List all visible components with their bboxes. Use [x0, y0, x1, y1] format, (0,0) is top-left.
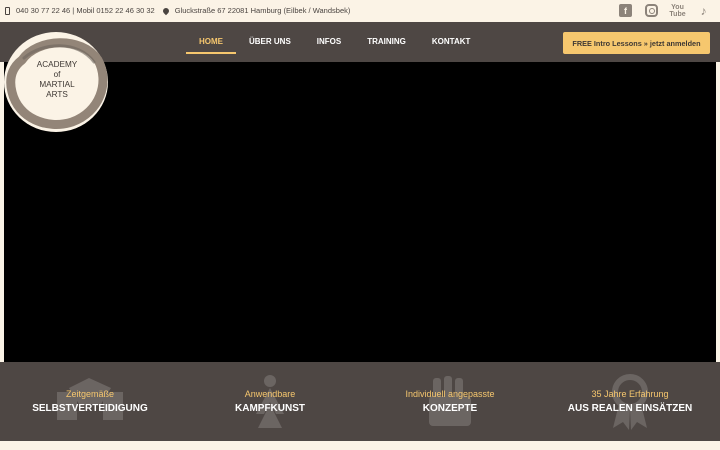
- feature-selbstverteidigung: Zeitgemäße SELBSTVERTEIDIGUNG: [0, 362, 180, 441]
- feature-sub: Anwendbare: [244, 389, 296, 399]
- nav-item-infos[interactable]: INFOS: [304, 22, 354, 62]
- location-pin-icon: [161, 6, 170, 15]
- free-intro-lessons-button[interactable]: FREE Intro Lessons » jetzt anmelden: [563, 32, 710, 54]
- feature-sub: 35 Jahre Erfahrung: [591, 389, 669, 399]
- feature-title: SELBSTVERTEIDIGUNG: [32, 403, 148, 414]
- feature-erfahrung: 35 Jahre Erfahrung AUS REALEN EINSÄTZEN: [540, 362, 720, 441]
- phone-icon: [5, 6, 10, 15]
- fighter-icon: [256, 375, 284, 428]
- logo-text: ACADEMY of MARTIAL ARTS: [36, 60, 78, 99]
- instagram-icon[interactable]: [645, 4, 658, 17]
- tiktok-icon[interactable]: ♪: [697, 4, 710, 18]
- main-nav: HOME ÜBER UNS INFOS TRAINING KONTAKT: [186, 22, 483, 62]
- page-bottom-strip: [0, 441, 720, 450]
- feature-konzepte: Individuell angepasste KONZEPTE: [360, 362, 540, 441]
- feature-kampfkunst: Anwendbare KAMPFKUNST: [180, 362, 360, 441]
- feature-title: AUS REALEN EINSÄTZEN: [567, 403, 693, 414]
- academy-logo[interactable]: ACADEMY of MARTIAL ARTS: [2, 30, 110, 134]
- feature-sub: Zeitgemäße: [65, 389, 115, 399]
- feature-title: KONZEPTE: [422, 403, 478, 414]
- feature-title: KAMPFKUNST: [235, 403, 305, 414]
- contact-info: 040 30 77 22 46 | Mobil 0152 22 46 30 32…: [5, 6, 350, 15]
- youtube-icon[interactable]: You Tube: [669, 4, 685, 18]
- hand-icon: [429, 376, 471, 426]
- handshake-icon: [57, 378, 123, 420]
- nav-item-ueber-uns[interactable]: ÜBER UNS: [236, 22, 304, 62]
- nav-item-kontakt[interactable]: KONTAKT: [419, 22, 484, 62]
- phone-numbers[interactable]: 040 30 77 22 46 | Mobil 0152 22 46 30 32: [16, 6, 155, 15]
- social-links: f You Tube ♪: [619, 4, 710, 18]
- nav-item-home[interactable]: HOME: [186, 22, 236, 62]
- top-info-bar: 040 30 77 22 46 | Mobil 0152 22 46 30 32…: [0, 0, 720, 22]
- facebook-icon[interactable]: f: [619, 4, 632, 17]
- address: Gluckstraße 67 22081 Hamburg (Eilbek / W…: [174, 6, 351, 15]
- nav-item-training[interactable]: TRAINING: [354, 22, 419, 62]
- hero-video-area[interactable]: [4, 62, 716, 362]
- medal-icon: [612, 374, 648, 430]
- features-bar: Zeitgemäße SELBSTVERTEIDIGUNG Anwendbare…: [0, 362, 720, 441]
- feature-sub: Individuell angepasste: [405, 389, 495, 399]
